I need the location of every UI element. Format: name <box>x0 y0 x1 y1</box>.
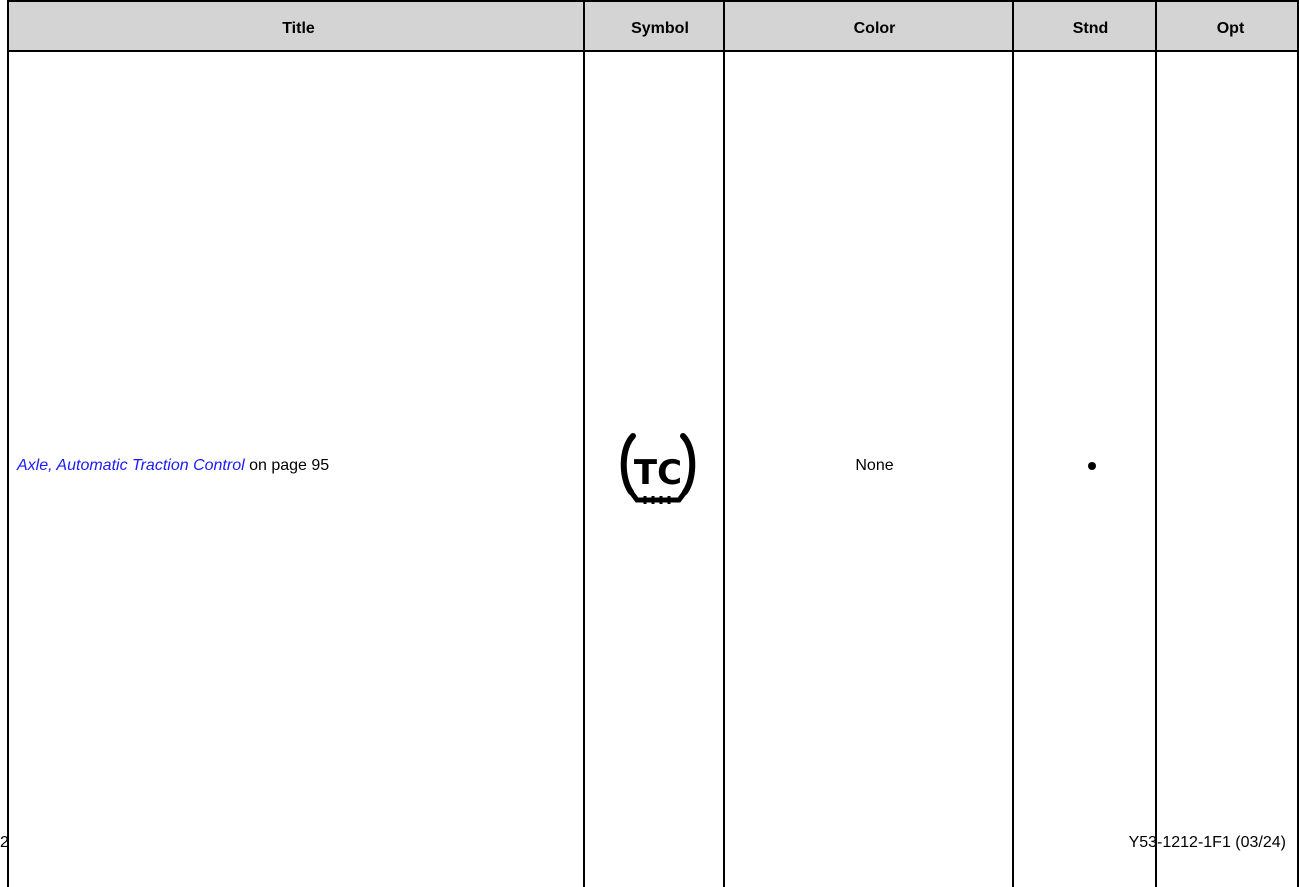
column-divider <box>583 0 585 887</box>
page-number-fragment: 2 <box>0 834 9 851</box>
row-title-suffix: on page 95 <box>244 457 330 474</box>
header-title: Title <box>282 20 315 37</box>
column-divider <box>1012 0 1014 887</box>
row-color-cell: None <box>855 457 894 474</box>
table-header-row: Title Symbol Color Stnd Opt <box>7 0 1299 52</box>
symbol-text: TC <box>634 453 682 493</box>
header-color: Color <box>853 20 896 37</box>
traction-control-icon: TC <box>617 428 699 506</box>
table-border-left <box>7 0 9 887</box>
document-id: Y53-1212-1F1 (03/24) <box>1128 834 1286 851</box>
row-title-cell: Axle, Automatic Traction Control on page… <box>17 457 329 475</box>
header-symbol: Symbol <box>631 20 689 37</box>
column-divider <box>723 0 725 887</box>
indicator-table: Title Symbol Color Stnd Opt Axle, Automa… <box>7 0 1299 887</box>
standard-bullet <box>1088 462 1096 470</box>
header-stnd: Stnd <box>1072 20 1109 37</box>
column-divider <box>1155 0 1157 887</box>
row-title-link[interactable]: Axle, Automatic Traction Control <box>17 457 245 474</box>
header-opt: Opt <box>1216 20 1245 37</box>
